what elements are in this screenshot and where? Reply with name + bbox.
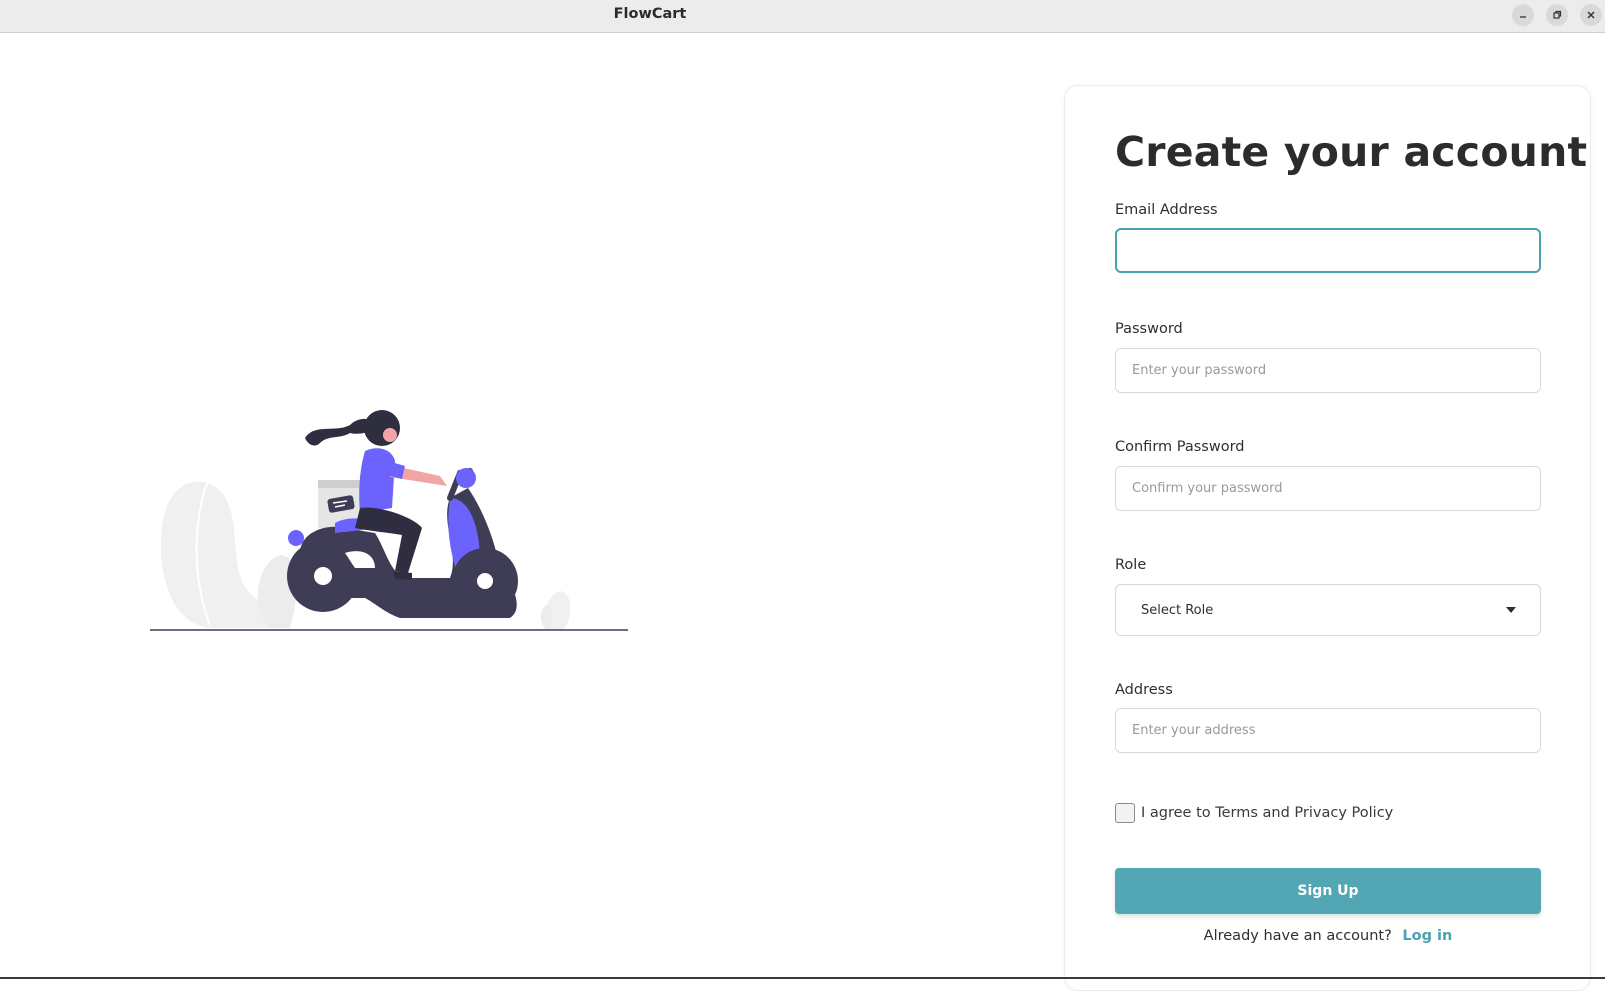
role-select[interactable]: Select Role xyxy=(1115,584,1541,636)
rider-head xyxy=(364,410,400,446)
scooter-delivery-illustration xyxy=(150,410,628,631)
address-label: Address xyxy=(1115,682,1173,698)
login-row: Already have an account? Log in xyxy=(1115,928,1541,944)
address-input[interactable] xyxy=(1115,708,1541,753)
confirm-password-input[interactable] xyxy=(1115,466,1541,511)
login-link[interactable]: Log in xyxy=(1402,928,1452,944)
email-input[interactable] xyxy=(1115,228,1541,273)
front-wheel-hub xyxy=(477,573,493,589)
minimize-button[interactable] xyxy=(1512,4,1534,26)
rider-face xyxy=(383,428,397,442)
window-title: FlowCart xyxy=(613,6,687,22)
role-select-value: Select Role xyxy=(1141,603,1214,618)
minimize-icon xyxy=(1520,16,1526,18)
delivery-box-top xyxy=(318,480,364,488)
caret-down-icon xyxy=(1506,607,1516,613)
restore-button[interactable] xyxy=(1546,4,1568,26)
password-label: Password xyxy=(1115,321,1183,337)
rider-torso xyxy=(359,448,395,513)
close-button[interactable] xyxy=(1580,4,1602,26)
sign-up-button[interactable]: Sign Up xyxy=(1115,868,1541,914)
email-label: Email Address xyxy=(1115,202,1218,218)
login-prompt: Already have an account? xyxy=(1203,928,1392,944)
rider-shoe xyxy=(393,571,412,580)
window-titlebar: FlowCart xyxy=(0,0,1605,33)
close-icon xyxy=(1587,11,1595,19)
agree-checkbox[interactable] xyxy=(1115,803,1135,823)
page-title: Create your account xyxy=(1115,128,1588,176)
role-label: Role xyxy=(1115,557,1147,573)
signup-card: Create your account Email Address Passwo… xyxy=(1064,85,1591,991)
headlight xyxy=(456,468,476,488)
password-input[interactable] xyxy=(1115,348,1541,393)
plant-small-2 xyxy=(540,605,552,629)
scooter-rear-light xyxy=(288,530,304,546)
confirm-password-label: Confirm Password xyxy=(1115,439,1245,455)
rear-wheel-hub xyxy=(314,567,332,585)
agree-label: I agree to Terms and Privacy Policy xyxy=(1141,805,1394,821)
main-content: Create your account Email Address Passwo… xyxy=(0,33,1605,991)
restore-icon xyxy=(1553,10,1562,19)
